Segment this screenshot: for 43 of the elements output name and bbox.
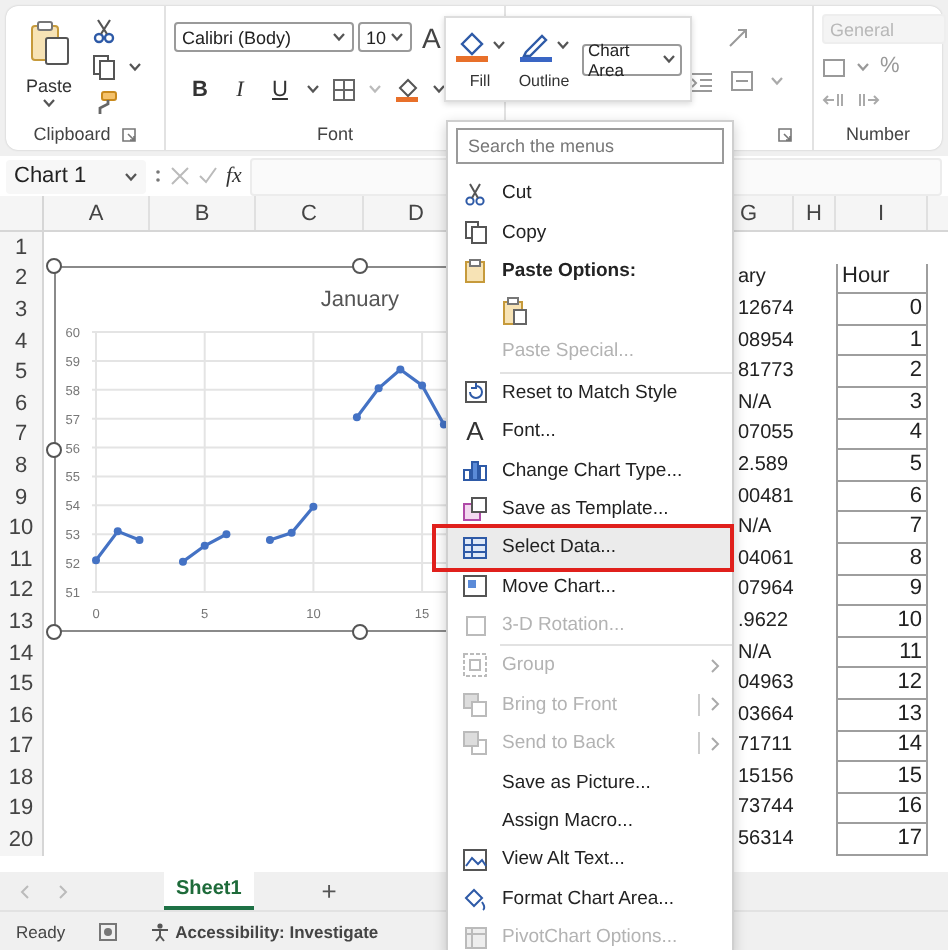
table-cell: 04963 bbox=[738, 674, 794, 695]
table-cell: 12674 bbox=[738, 299, 794, 320]
table-cell: 08954 bbox=[738, 331, 794, 352]
table-cell: ary bbox=[738, 268, 766, 289]
table-cell: 6 bbox=[836, 481, 928, 513]
table-cell: 8 bbox=[836, 543, 928, 576]
table-cell: 15 bbox=[836, 762, 928, 794]
group-label: Clipboard bbox=[33, 124, 111, 144]
table-cell: 07964 bbox=[738, 580, 794, 601]
table-cell: Hour bbox=[836, 263, 928, 295]
table-cell: 1 bbox=[836, 325, 928, 357]
table-cell: 7 bbox=[836, 512, 928, 544]
table-cell: 10 bbox=[836, 606, 928, 638]
table-cell: 2 bbox=[836, 356, 928, 388]
table-cell: N/A bbox=[738, 518, 772, 539]
group-label: Font bbox=[316, 124, 353, 144]
table-cell: 04061 bbox=[738, 549, 794, 570]
table-cell: 13 bbox=[836, 699, 928, 731]
table-cell: 4 bbox=[836, 419, 928, 451]
table-cell: 00481 bbox=[738, 487, 794, 508]
table-cell: .9622 bbox=[738, 611, 789, 632]
table-cell: 16 bbox=[836, 793, 928, 825]
table-cell: 56314 bbox=[738, 830, 794, 851]
table-cell: 3 bbox=[836, 387, 928, 420]
status-text: Ready bbox=[16, 921, 66, 941]
table-cell: N/A bbox=[738, 393, 772, 414]
table-cell: 03664 bbox=[738, 705, 794, 726]
table-cell: 9 bbox=[836, 575, 928, 607]
table-cell: 5 bbox=[836, 450, 928, 482]
table-cell: 07055 bbox=[738, 424, 794, 445]
table-cell: 81773 bbox=[738, 362, 794, 383]
table-cell: N/A bbox=[738, 643, 772, 664]
table-cell: 12 bbox=[836, 668, 928, 700]
table-cell: 17 bbox=[836, 824, 928, 856]
table-cell: 11 bbox=[836, 637, 928, 669]
chart-title: January bbox=[320, 288, 400, 312]
table-cell: 71711 bbox=[738, 736, 793, 757]
table-cell: 15156 bbox=[738, 767, 794, 788]
group-label: Number bbox=[845, 124, 910, 144]
table-cell: 2.589 bbox=[738, 455, 789, 476]
table-cell: 0 bbox=[836, 294, 928, 326]
table-cell: 14 bbox=[836, 731, 928, 763]
table-cell: 73744 bbox=[738, 798, 794, 819]
